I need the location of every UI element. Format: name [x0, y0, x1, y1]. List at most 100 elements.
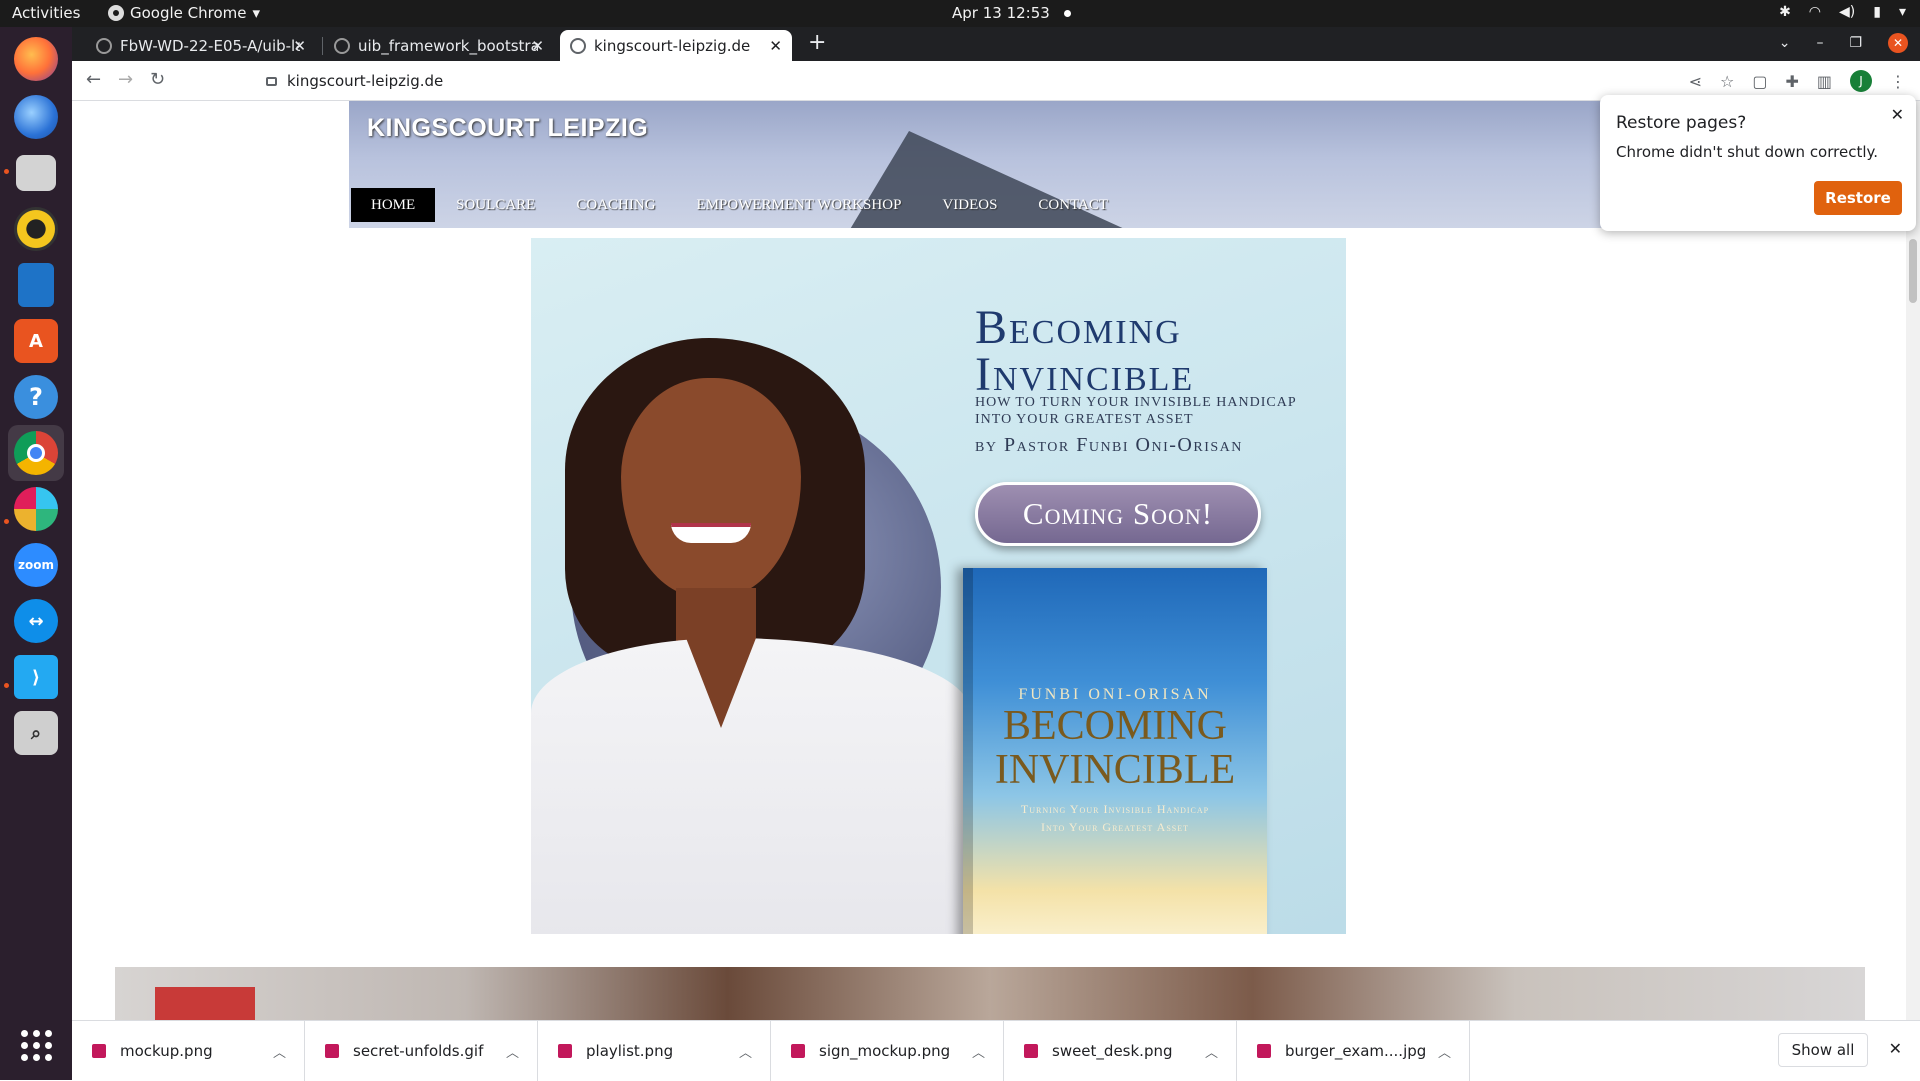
close-icon[interactable]: ✕ [293, 37, 306, 55]
address-bar-url[interactable]: kingscourt-leipzig.de [287, 72, 443, 90]
close-icon[interactable]: ✕ [531, 37, 544, 55]
new-tab-plus-icon[interactable]: + [808, 30, 826, 55]
dock-zoom[interactable]: zoom [8, 537, 64, 593]
book-banner: Becoming Invincible How to turn your inv… [531, 238, 1346, 934]
slack-icon [14, 487, 58, 531]
chevron-up-icon[interactable]: ︿ [1205, 1042, 1218, 1061]
nav-home[interactable]: HOME [351, 188, 436, 222]
chrome-app-icon [108, 5, 124, 21]
forward-arrow-icon[interactable]: → [118, 69, 133, 90]
reload-icon[interactable]: ↻ [150, 69, 165, 90]
window-close-icon[interactable]: ✕ [1888, 33, 1908, 53]
tab-title: uib_framework_bootstrap [358, 36, 538, 55]
system-tray[interactable]: ✱ ◠ ◀) ▮ ▾ [1779, 4, 1906, 20]
dock-search-tool[interactable]: ⌕ [8, 705, 64, 761]
nav-videos[interactable]: VIDEOS [922, 188, 1017, 222]
close-icon[interactable]: ✕ [769, 37, 782, 55]
page-scrollbar[interactable] [1906, 101, 1920, 1020]
dock-chrome[interactable] [8, 425, 64, 481]
tab-uib-layout[interactable]: FbW-WD-22-E05-A/uib-layout ✕ [86, 30, 316, 61]
banner-author: by Pastor Funbi Oni-Orisan [975, 434, 1243, 456]
tab-uib-framework[interactable]: uib_framework_bootstrap ✕ [324, 30, 554, 61]
search-tool-icon: ⌕ [14, 711, 58, 755]
bookmark-star-icon[interactable]: ☆ [1720, 72, 1734, 91]
close-icon[interactable]: ✕ [1889, 1039, 1902, 1058]
download-item[interactable]: sweet_desk.png ︿ [1004, 1021, 1237, 1081]
chevron-up-icon[interactable]: ︿ [506, 1042, 519, 1061]
download-item[interactable]: sign_mockup.png ︿ [771, 1021, 1004, 1081]
minimize-icon[interactable]: – [1816, 35, 1823, 51]
tab-separator [322, 37, 323, 55]
writer-icon [18, 263, 54, 307]
zoom-icon: zoom [14, 543, 58, 587]
volume-icon[interactable]: ◀) [1839, 4, 1855, 20]
nav-empowerment-workshop[interactable]: EMPOWERMENT WORKSHOP [677, 188, 922, 222]
download-filename: secret-unfolds.gif [353, 1042, 484, 1060]
image-file-icon [1024, 1044, 1038, 1058]
tab-kingscourt[interactable]: kingscourt-leipzig.de ✕ [560, 30, 792, 61]
banner-subtitle: How to turn your invisible Handicap into… [975, 395, 1297, 427]
extension-icon[interactable]: ▢ [1752, 72, 1767, 91]
download-item[interactable]: secret-unfolds.gif ︿ [305, 1021, 538, 1081]
dock-thunderbird[interactable] [8, 89, 64, 145]
back-arrow-icon[interactable]: ← [86, 69, 101, 90]
children-photo [115, 967, 1865, 1020]
chevron-up-icon[interactable]: ︿ [273, 1042, 286, 1061]
image-file-icon [92, 1044, 106, 1058]
scrollbar-thumb[interactable] [1909, 239, 1917, 303]
kebab-menu-icon[interactable]: ⋮ [1890, 72, 1906, 91]
download-item[interactable]: playlist.png ︿ [538, 1021, 771, 1081]
toolbar-actions: ⋖ ☆ ▢ ✚ ▥ J ⋮ [1689, 70, 1906, 92]
download-item[interactable]: mockup.png ︿ [72, 1021, 305, 1081]
nav-coaching[interactable]: COACHING [556, 188, 675, 222]
dock-app-center[interactable]: A [8, 313, 64, 369]
dock-help[interactable]: ? [8, 369, 64, 425]
restore-message: Chrome didn't shut down correctly. [1616, 143, 1879, 161]
chevron-down-icon[interactable]: ▾ [1899, 4, 1906, 20]
github-favicon-icon [96, 37, 112, 54]
share-icon[interactable]: ⋖ [1689, 72, 1702, 91]
book-subtitle: Turning Your Invisible Handicap Into You… [1020, 802, 1210, 834]
close-icon[interactable]: ✕ [1891, 105, 1904, 124]
coming-soon-badge: Coming Soon! [975, 482, 1261, 546]
nav-contact[interactable]: CONTACT [1018, 188, 1128, 222]
show-applications-button[interactable] [8, 1017, 64, 1073]
dock-vscode[interactable]: ⟩ [8, 649, 64, 705]
dock-rhythmbox[interactable] [8, 201, 64, 257]
lock-icon[interactable] [266, 76, 277, 86]
download-item[interactable]: burger_exam....jpg ︿ [1237, 1021, 1470, 1081]
dock-firefox[interactable] [8, 31, 64, 87]
slack-tray-icon[interactable]: ✱ [1779, 4, 1791, 20]
site-title[interactable]: KINGSCOURT LEIPZIG [367, 114, 648, 143]
dock-slack[interactable] [8, 481, 64, 537]
nav-soulcare[interactable]: SOULCARE [436, 188, 555, 222]
dock-writer[interactable] [8, 257, 64, 313]
restore-window-icon[interactable]: ❐ [1849, 35, 1862, 51]
restore-button[interactable]: Restore [1814, 181, 1902, 215]
clock[interactable]: Apr 13 12:53 [952, 4, 1071, 22]
chevron-up-icon[interactable]: ︿ [1438, 1042, 1451, 1061]
dock: A ? zoom ↔ ⟩ ⌕ [0, 27, 72, 1080]
address-bar[interactable]: kingscourt-leipzig.de [184, 65, 1744, 97]
github-favicon-icon [334, 37, 350, 54]
help-icon: ? [14, 375, 58, 419]
dock-files[interactable] [8, 145, 64, 201]
book-author: FUNBI ONI-ORISAN [1018, 686, 1212, 703]
app-menu[interactable]: Google Chrome ▾ [108, 4, 260, 22]
tab-search-chevron-icon[interactable]: ⌄ [1779, 35, 1791, 51]
activities-button[interactable]: Activities [12, 4, 80, 22]
side-panel-icon[interactable]: ▥ [1817, 72, 1832, 91]
chrome-window: FbW-WD-22-E05-A/uib-layout ✕ uib_framewo… [72, 27, 1920, 1081]
profile-avatar[interactable]: J [1850, 70, 1872, 92]
extensions-puzzle-icon[interactable]: ✚ [1785, 72, 1798, 91]
image-file-icon [1257, 1044, 1271, 1058]
chevron-up-icon[interactable]: ︿ [972, 1042, 985, 1061]
dock-teamviewer[interactable]: ↔ [8, 593, 64, 649]
download-filename: sweet_desk.png [1052, 1042, 1173, 1060]
battery-icon[interactable]: ▮ [1873, 4, 1881, 20]
firefox-icon [14, 37, 58, 81]
vscode-icon: ⟩ [14, 655, 58, 699]
chevron-up-icon[interactable]: ︿ [739, 1042, 752, 1061]
show-all-downloads-button[interactable]: Show all [1778, 1033, 1868, 1067]
wifi-icon[interactable]: ◠ [1809, 4, 1821, 20]
